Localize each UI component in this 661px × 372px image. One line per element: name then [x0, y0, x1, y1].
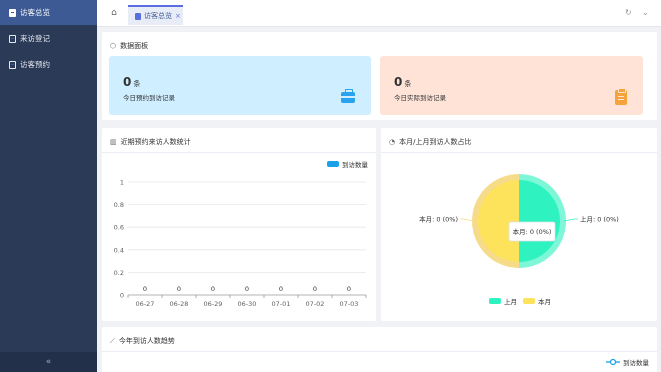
sidebar-item-label: 访客总览 — [20, 8, 50, 17]
tab-visitor-overview[interactable]: 访客总览 × — [128, 5, 183, 25]
data-label: 0 — [347, 285, 351, 293]
stat-desc: 今日预约到访记录 — [123, 94, 175, 102]
slice-label-last-month: 上月: 0 (0%) — [580, 215, 619, 224]
y-tick-label: 0.2 — [114, 269, 124, 277]
sidebar-item-visitor-appointment[interactable]: 访客预约 — [0, 52, 97, 77]
x-tick-label: 06-30 — [238, 300, 257, 308]
x-tick-label: 06-27 — [136, 300, 155, 308]
data-label: 0 — [245, 285, 249, 293]
double-chevron-left-icon: « — [45, 357, 52, 367]
x-tick-label: 06-28 — [170, 300, 189, 308]
trend-chart-title-text: 今年到访人数趋势 — [118, 337, 175, 345]
trend-chart-legend[interactable]: 到访数量 — [606, 357, 649, 367]
y-tick-label: 0.8 — [114, 201, 124, 209]
line-chart-icon: ⟋ — [110, 336, 115, 345]
legend-label: 到访数量 — [623, 359, 649, 367]
sidebar-item-visitor-overview[interactable]: 访客总览 — [0, 0, 97, 25]
data-panel-title-text: 数据面板 — [120, 42, 149, 50]
pie-chart-legend: 上月 本月 — [489, 296, 551, 306]
stat-value: 0条 — [123, 75, 141, 89]
data-panel-title: ⬡ 数据面板 — [110, 41, 148, 51]
data-label: 0 — [211, 285, 215, 293]
stat-value: 0条 — [394, 75, 412, 89]
x-tick-label: 06-29 — [204, 300, 223, 308]
legend-swatch-last-month — [489, 298, 501, 304]
pie-chart: 上月: 0 (0%) 本月: 0 (0%) 本月: 0 (0%) — [419, 174, 619, 268]
data-label: 0 — [279, 285, 283, 293]
document-icon — [9, 8, 16, 17]
home-tab-button[interactable]: ⌂ — [107, 6, 121, 20]
monthly-ratio-chart-card: ◔ 本月/上月到访人数占比 上月: 0 (0%) 本月: 0 (0%) 本月: 0 … — [381, 128, 657, 321]
trend-chart-title: ⟋ 今年到访人数趋势 — [110, 336, 175, 346]
recent-appointments-chart-card: ▥ 近期预约来访人数统计 到访数量 0 0.2 0.4 0.6 0.8 1 0 06-27 0 0… — [102, 128, 376, 321]
y-tick-label: 0.4 — [114, 246, 124, 254]
sidebar-item-visit-registration[interactable]: 来访登记 — [0, 26, 97, 51]
legend-label-this-month[interactable]: 本月 — [538, 296, 551, 306]
document-icon — [9, 60, 16, 69]
yearly-trend-chart-card: ⟋ 今年到访人数趋势 到访数量 — [102, 327, 657, 372]
data-label: 0 — [313, 285, 317, 293]
tabs-bar: ⌂ 访客总览 × ↻ ⌄ — [97, 0, 661, 27]
y-tick-label: 0 — [120, 292, 124, 300]
data-label: 0 — [177, 285, 181, 293]
document-icon — [135, 12, 141, 20]
y-tick-label: 0.6 — [114, 224, 124, 232]
data-label: 0 — [143, 285, 147, 293]
home-icon: ⌂ — [111, 8, 117, 18]
chevron-down-icon[interactable]: ⌄ — [642, 8, 649, 17]
data-panel-card: ⬡ 数据面板 0条 今日预约到访记录 0条 今日实际到访记录 — [102, 32, 657, 120]
refresh-icon[interactable]: ↻ — [625, 8, 632, 17]
legend-swatch-this-month — [523, 298, 535, 304]
sidebar-item-label: 来访登记 — [20, 34, 50, 43]
bar-chart: 0 0.2 0.4 0.6 0.8 1 0 06-27 0 06-28 0 06-29 0 06-30 0 0… — [114, 179, 367, 308]
divider — [102, 351, 657, 352]
slice-label-this-month: 本月: 0 (0%) — [419, 215, 458, 224]
stat-desc: 今日实际到访记录 — [394, 94, 446, 102]
stat-today-actual-visits: 0条 今日实际到访记录 — [380, 56, 643, 115]
x-tick-label: 07-03 — [340, 300, 359, 308]
document-icon — [9, 34, 16, 43]
legend-line-marker — [606, 358, 620, 366]
label-line — [460, 218, 475, 222]
x-tick-label: 07-02 — [306, 300, 325, 308]
cube-icon: ⬡ — [110, 42, 117, 50]
tooltip-text: 本月: 0 (0%) — [513, 227, 552, 236]
tab-label: 访客总览 — [144, 12, 172, 20]
close-icon[interactable]: × — [175, 12, 181, 20]
legend-label-last-month[interactable]: 上月 — [504, 296, 517, 306]
x-tick-label: 07-01 — [272, 300, 291, 308]
stat-today-appointments: 0条 今日预约到访记录 — [109, 56, 371, 115]
clipboard-icon — [615, 88, 627, 105]
label-line — [563, 218, 578, 222]
briefcase-icon — [341, 89, 355, 103]
sidebar: 访客总览 来访登记 访客预约 « — [0, 0, 97, 372]
sidebar-item-label: 访客预约 — [20, 60, 50, 69]
sidebar-collapse-button[interactable]: « — [0, 352, 97, 372]
y-tick-label: 1 — [120, 179, 124, 187]
